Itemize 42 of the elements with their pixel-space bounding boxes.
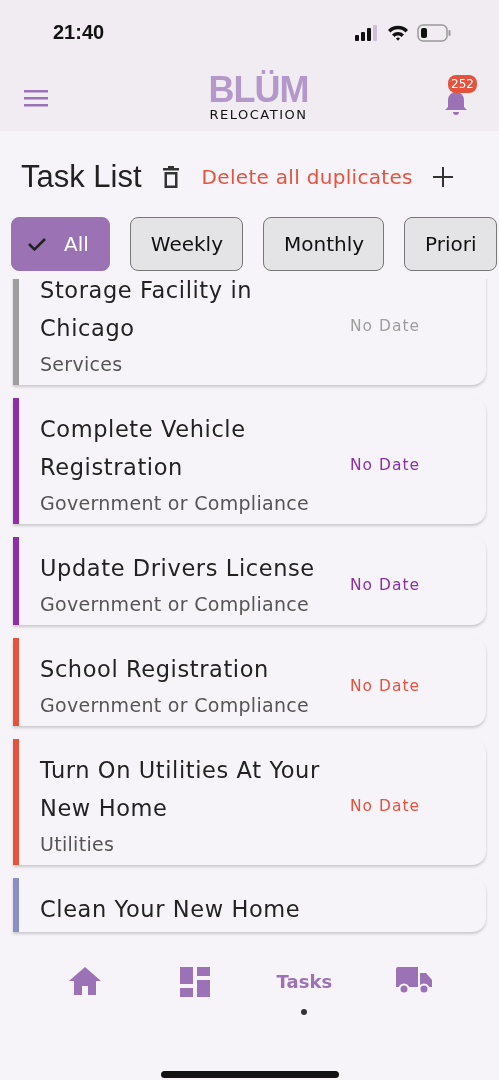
tasks-tab[interactable]: Tasks <box>276 967 333 997</box>
menu-icon[interactable] <box>24 89 48 107</box>
filter-chip[interactable]: Priori <box>404 217 497 271</box>
filter-chip[interactable]: Weekly <box>129 217 243 271</box>
task-card[interactable]: Turn On Utilities At Your New Home Utilities No Date <box>13 739 486 865</box>
task-category: Government or Compliance <box>40 491 311 516</box>
task-date: No Date <box>350 677 421 695</box>
status-time: 21:40 <box>53 21 105 44</box>
task-category: Services <box>40 352 124 377</box>
task-title: Update Drivers License <box>40 554 316 583</box>
check-icon <box>28 237 46 251</box>
task-card[interactable]: School Registration Government or Compliance No Date <box>13 638 486 726</box>
task-category: Utilities <box>40 832 116 857</box>
trash-icon[interactable] <box>161 165 180 189</box>
task-date: No Date <box>350 576 421 594</box>
filter-chip[interactable]: All <box>11 217 110 271</box>
notification-badge: 252 <box>448 75 477 93</box>
home-icon[interactable] <box>68 967 101 995</box>
wifi-icon <box>387 24 409 41</box>
task-card[interactable]: Storage Facility in Chicago Services No Date <box>13 279 486 385</box>
task-date: No Date <box>350 317 421 335</box>
task-title: Clean Your New Home <box>40 895 302 924</box>
task-date: No Date <box>350 797 421 815</box>
active-dot <box>301 1009 308 1015</box>
task-card[interactable]: Clean Your New Home <box>13 878 486 932</box>
signal-icon <box>355 24 379 41</box>
task-title: Turn On Utilities At Your New Home <box>40 756 321 823</box>
add-icon[interactable] <box>432 167 453 187</box>
truck-icon[interactable] <box>396 967 433 995</box>
filter-chip[interactable]: Monthly <box>263 217 385 271</box>
task-title: Storage Facility in Chicago <box>40 279 254 343</box>
task-category: Government or Compliance <box>40 592 311 617</box>
task-card[interactable]: Complete Vehicle Registration Government or Compliance No Date <box>13 398 486 524</box>
task-date: No Date <box>350 456 421 474</box>
task-title: Complete Vehicle Registration <box>40 415 247 482</box>
task-category: Government or Compliance <box>40 693 311 718</box>
task-title: School Registration <box>40 655 270 684</box>
task-card[interactable]: Update Drivers License Government or Compliance No Date <box>13 537 486 625</box>
page-title: Task List <box>21 159 142 195</box>
logo-subtitle: RELOCATION <box>209 107 308 123</box>
battery-icon <box>417 23 451 42</box>
dashboard-icon[interactable] <box>179 967 210 997</box>
